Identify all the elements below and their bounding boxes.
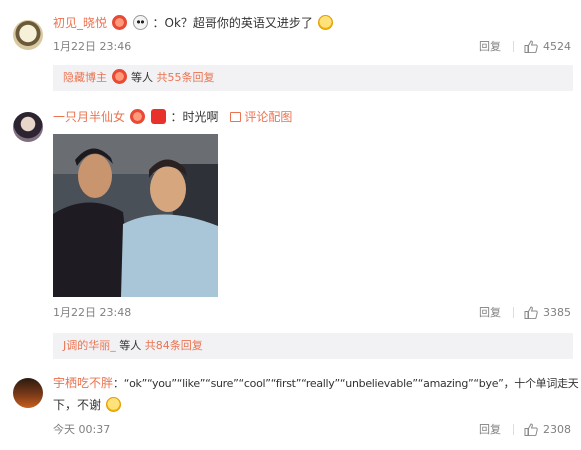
sub-reply-middle: 等人 xyxy=(131,71,153,84)
sub-reply-count-link[interactable]: 共55条回复 xyxy=(157,71,215,84)
red-envelope-emoji-icon xyxy=(150,109,166,124)
comment-picture-link[interactable]: 评论配图 xyxy=(230,110,292,124)
comment-time: 1月22日 23:48 xyxy=(53,306,132,319)
comment-username[interactable]: 宇栖吃不胖 xyxy=(53,376,113,390)
user-avatar[interactable] xyxy=(13,20,43,50)
sub-reply-count-link[interactable]: 共84条回复 xyxy=(145,339,203,352)
heart-eyes-emoji-icon xyxy=(111,15,127,30)
comment-photo[interactable] xyxy=(53,134,218,297)
like-count: 4524 xyxy=(543,39,571,53)
thumbs-up-icon[interactable] xyxy=(524,305,538,319)
comment-text: ：时光啊 xyxy=(170,110,219,124)
comment-text: ：Ok？超哥你的英语又进步了 xyxy=(152,16,313,30)
reply-button[interactable]: 回复 xyxy=(479,38,501,54)
sub-replies-bar[interactable]: J调的华丽_ 等人 共84条回复 xyxy=(53,333,573,359)
divider xyxy=(513,306,514,318)
comment-1: 初见_晓悦 ：Ok？超哥你的英语又进步了 1月22日 23:46 回复 4524… xyxy=(0,0,581,100)
comment-username[interactable]: 一只月半仙女 xyxy=(53,110,125,124)
comment-3: 宇栖吃不胖：“ok”“you”“like”“sure”“cool”“first”… xyxy=(0,360,581,450)
thumbs-up-icon[interactable] xyxy=(524,39,538,53)
thumbs-up-icon[interactable] xyxy=(524,422,538,436)
comment-time: 1月22日 23:46 xyxy=(53,40,132,53)
panda-emoji-icon xyxy=(132,15,148,30)
picture-icon xyxy=(230,112,242,122)
like-count: 2308 xyxy=(543,422,571,436)
like-count: 3385 xyxy=(543,305,571,319)
sub-replies-bar[interactable]: 隐藏博主 等人 共55条回复 xyxy=(53,65,573,91)
user-avatar[interactable] xyxy=(13,378,43,408)
cat-face-emoji-icon xyxy=(105,397,121,412)
sub-reply-middle: 等人 xyxy=(119,339,142,352)
sub-reply-user[interactable]: 隐藏博主 xyxy=(63,71,107,84)
reply-button[interactable]: 回复 xyxy=(479,421,501,437)
sub-reply-user[interactable]: J调的华丽_ xyxy=(63,339,116,352)
comment-actions: 回复 2308 xyxy=(479,421,571,437)
comment-text-line2: 下，不谢 xyxy=(53,398,102,412)
divider xyxy=(513,423,514,435)
comment-username[interactable]: 初见_晓悦 xyxy=(53,16,107,30)
comment-actions: 回复 4524 xyxy=(479,38,571,54)
comment-actions: 回复 3385 xyxy=(479,304,571,320)
two-men-photo xyxy=(53,134,218,297)
reply-button[interactable]: 回复 xyxy=(479,304,501,320)
heart-eyes-emoji-icon xyxy=(111,69,127,84)
comment-time: 今天 00:37 xyxy=(53,423,111,436)
cat-face-emoji-icon xyxy=(317,15,333,30)
heart-eyes-emoji-icon xyxy=(129,109,145,124)
divider xyxy=(513,40,514,52)
comment-text-line1: ：“ok”“you”“like”“sure”“cool”“first”“real… xyxy=(113,377,579,390)
user-avatar[interactable] xyxy=(13,112,43,142)
